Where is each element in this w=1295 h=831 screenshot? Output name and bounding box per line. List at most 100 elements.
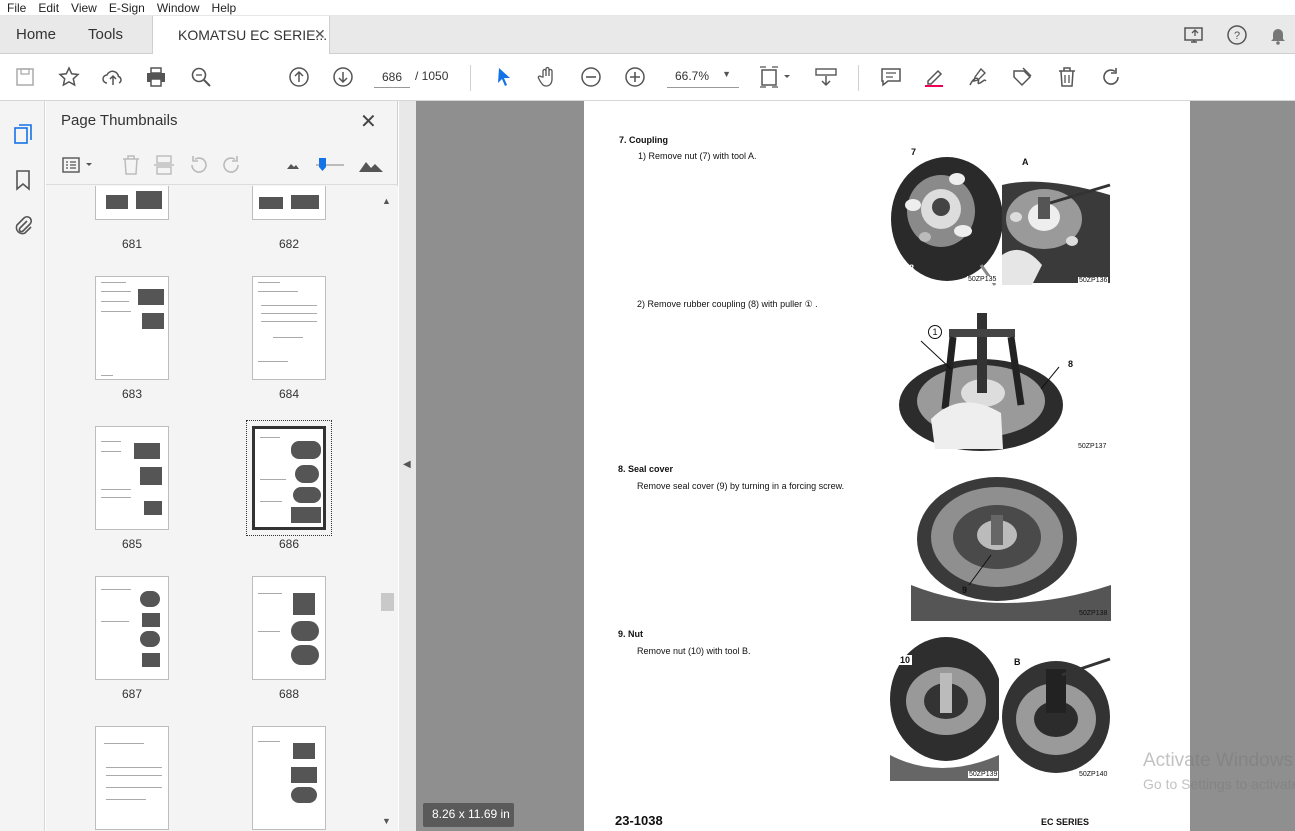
rotate-left-icon[interactable] — [186, 153, 210, 177]
menu-edit[interactable]: Edit — [31, 1, 64, 15]
callout-label: B — [1014, 657, 1021, 667]
thumbnail-684[interactable] — [252, 276, 326, 380]
scroll-mode-icon[interactable] — [814, 65, 838, 89]
zoom-level-select[interactable]: 66.7% ▼ — [667, 66, 739, 88]
photo-tool-b: B 50ZP140 — [1000, 635, 1111, 781]
toolbar-divider — [470, 65, 471, 91]
section-8-step: Remove seal cover (9) by turning in a fo… — [637, 481, 845, 491]
scrollbar-thumb[interactable] — [381, 593, 394, 611]
photo-caption: 50ZP139 — [968, 771, 999, 778]
bookmark-star-icon[interactable] — [57, 65, 81, 89]
menu-view[interactable]: View — [64, 1, 102, 15]
thumbnail-688[interactable] — [252, 576, 326, 680]
photo-nut-10: 10 50ZP139 — [890, 635, 999, 781]
chevron-down-icon[interactable]: ▼ — [382, 816, 391, 826]
thumbnail-681[interactable] — [95, 186, 169, 220]
thumbnail-label: 686 — [278, 537, 300, 551]
photo-tool-a: A 50ZP136 — [1002, 145, 1112, 287]
share-screen-icon[interactable] — [1183, 24, 1205, 46]
highlight-pen-icon[interactable] — [922, 65, 946, 89]
rotate-right-icon[interactable] — [220, 153, 244, 177]
callout-label: A — [1022, 157, 1029, 167]
thumbnail-690[interactable] — [252, 726, 326, 830]
upload-cloud-icon[interactable] — [101, 65, 125, 89]
page-footer-number: 23-1038 — [615, 813, 663, 828]
menu-esign[interactable]: E-Sign — [102, 1, 150, 15]
zoom-in-icon[interactable] — [623, 65, 647, 89]
tab-tools[interactable]: Tools — [88, 26, 123, 43]
comment-icon[interactable] — [879, 65, 903, 89]
thumbnail-label: 687 — [121, 687, 143, 701]
hand-tool-icon[interactable] — [535, 65, 559, 89]
thumbnail-scrollbar[interactable]: ▲ ▼ — [376, 186, 398, 831]
thumbnail-687[interactable] — [95, 576, 169, 680]
zoom-out-icon[interactable] — [579, 65, 603, 89]
chevron-down-icon: ▼ — [722, 69, 731, 79]
callout-label: 8 — [909, 263, 915, 273]
thumbnail-689[interactable] — [95, 726, 169, 830]
thumbnail-smaller-icon[interactable] — [282, 153, 306, 177]
save-icon[interactable] — [13, 65, 37, 89]
select-cursor-icon[interactable] — [492, 65, 516, 89]
redo-icon[interactable] — [1099, 65, 1123, 89]
panel-toolbar — [46, 145, 398, 185]
thumbnail-size-slider[interactable] — [314, 153, 346, 177]
close-panel-icon[interactable]: ✕ — [360, 109, 377, 134]
draw-sign-icon[interactable] — [966, 65, 990, 89]
callout-label: 1 — [928, 325, 942, 339]
edit-tag-icon[interactable] — [1010, 65, 1034, 89]
callout-label: 9 — [962, 585, 968, 595]
photo-rubber-coupling-puller: 1 8 50ZP137 — [891, 309, 1112, 454]
thumbnail-label: 683 — [121, 387, 143, 401]
section-8-title: 8. Seal cover — [618, 464, 674, 474]
tab-bar: Home Tools KOMATSU EC SERIE... ✕ ? — [0, 16, 1295, 54]
page-number-input[interactable] — [374, 66, 410, 88]
collapse-panel-handle[interactable]: ◀ — [399, 101, 416, 831]
thumbnail-options-icon[interactable] — [61, 153, 95, 177]
zoom-level-value: 66.7% — [675, 69, 710, 83]
photo-caption: 50ZP135 — [967, 276, 998, 283]
thumbnail-685[interactable] — [95, 426, 169, 530]
delete-icon[interactable] — [1055, 65, 1079, 89]
print-icon[interactable] — [144, 65, 168, 89]
bell-icon[interactable] — [1267, 24, 1289, 46]
menu-help[interactable]: Help — [205, 1, 242, 15]
close-tab-icon[interactable]: ✕ — [314, 26, 326, 43]
callout-label: 10 — [898, 655, 913, 665]
section-9-step: Remove nut (10) with tool B. — [637, 646, 751, 656]
tab-document[interactable]: KOMATSU EC SERIE... ✕ — [152, 16, 330, 54]
photo-coupling-nut: 7 8 50ZP135 — [891, 145, 1002, 287]
attachments-icon[interactable] — [11, 214, 35, 238]
chevron-up-icon[interactable]: ▲ — [382, 196, 391, 206]
tab-document-title: KOMATSU EC SERIE... — [178, 27, 328, 43]
thumbnail-label: 688 — [278, 687, 300, 701]
photo-caption: 50ZP140 — [1078, 771, 1109, 778]
next-page-icon[interactable] — [331, 65, 355, 89]
callout-label: 7 — [911, 147, 917, 157]
help-icon[interactable]: ? — [1226, 24, 1248, 46]
previous-page-icon[interactable] — [287, 65, 311, 89]
thumbnail-682[interactable] — [252, 186, 326, 220]
callout-label: 8 — [1068, 359, 1074, 369]
thumbnail-larger-icon[interactable] — [357, 153, 385, 177]
menu-window[interactable]: Window — [150, 1, 205, 15]
pdf-page: 7. Coupling 1) Remove nut (7) with tool … — [584, 101, 1190, 831]
page-thumbnails-icon[interactable] — [11, 122, 35, 146]
left-navigation-rail — [0, 101, 45, 831]
search-icon[interactable] — [189, 65, 213, 89]
delete-page-icon[interactable] — [119, 153, 143, 177]
extract-page-icon[interactable] — [152, 153, 176, 177]
section-7-step-1: 1) Remove nut (7) with tool A. — [638, 151, 757, 161]
fit-page-icon[interactable] — [758, 65, 792, 89]
thumbnail-683[interactable] — [95, 276, 169, 380]
menu-file[interactable]: File — [0, 1, 31, 15]
activation-watermark-subtitle: Go to Settings to activate Windows. — [1143, 776, 1295, 792]
menu-bar: File Edit View E-Sign Window Help — [0, 0, 1295, 16]
section-7-step-2: 2) Remove rubber coupling (8) with pulle… — [637, 299, 818, 309]
toolbar-divider — [858, 65, 859, 91]
photo-caption: 50ZP138 — [1079, 610, 1108, 617]
thumbnail-686[interactable] — [252, 426, 326, 530]
photo-caption: 50ZP137 — [1078, 443, 1107, 450]
bookmarks-icon[interactable] — [11, 168, 35, 192]
tab-home[interactable]: Home — [16, 26, 56, 43]
